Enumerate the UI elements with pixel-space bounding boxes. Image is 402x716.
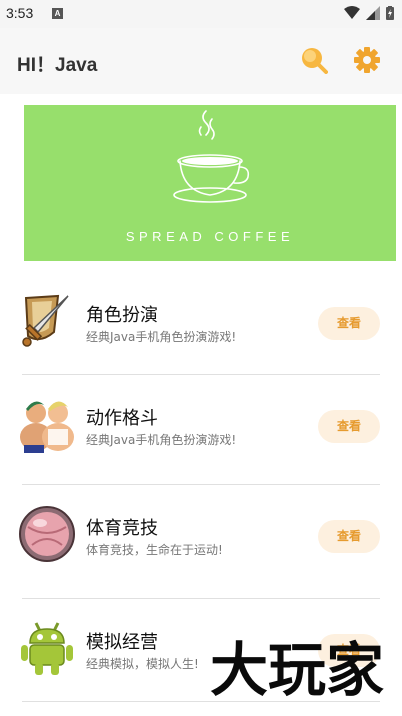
item-description: 经典Java手机角色扮演游戏! — [86, 433, 237, 447]
ball-icon — [19, 506, 75, 562]
wifi-icon — [344, 6, 360, 19]
item-description: 体育竞技，生命在于运动! — [86, 543, 223, 557]
android-robot-icon — [21, 622, 73, 675]
item-title: 动作格斗 — [86, 408, 158, 429]
view-button[interactable]: 查看 — [318, 520, 380, 553]
battery-icon — [386, 6, 394, 20]
status-time: 3:53 — [6, 5, 34, 21]
banner-brand-text: SPREAD COFFEE — [125, 229, 295, 244]
status-bar: 3:53 A — [0, 0, 402, 28]
fighters-icon — [20, 401, 74, 453]
app-bar: HI！Java — [0, 28, 402, 94]
watermark-logo: 大玩家 — [210, 636, 384, 700]
page-title: HI！Java — [17, 55, 98, 76]
signal-icon — [366, 6, 380, 20]
gear-icon[interactable] — [353, 46, 381, 74]
search-icon[interactable] — [300, 46, 328, 74]
status-icons — [344, 6, 394, 20]
view-button[interactable]: 查看 — [318, 307, 380, 340]
divider — [22, 701, 380, 702]
item-description: 经典模拟，模拟人生! — [86, 657, 199, 671]
watermark-text: 大玩家 — [210, 636, 384, 700]
item-title: 体育竞技 — [86, 518, 158, 539]
list-item[interactable]: 动作格斗 经典Java手机角色扮演游戏! 查看 — [0, 375, 402, 485]
list-item[interactable]: 角色扮演 经典Java手机角色扮演游戏! 查看 — [0, 272, 402, 375]
item-description: 经典Java手机角色扮演游戏! — [86, 330, 237, 344]
item-title: 角色扮演 — [86, 305, 158, 326]
list-item[interactable]: 体育竞技 体育竞技，生命在于运动! 查看 — [0, 485, 402, 599]
promo-banner[interactable]: SPREAD COFFEE — [24, 105, 396, 261]
sword-shield-icon — [22, 294, 69, 347]
item-title: 模拟经营 — [86, 632, 158, 653]
coffee-cup-icon — [173, 110, 250, 203]
view-button[interactable]: 查看 — [318, 410, 380, 443]
notification-icon: A — [52, 8, 63, 19]
